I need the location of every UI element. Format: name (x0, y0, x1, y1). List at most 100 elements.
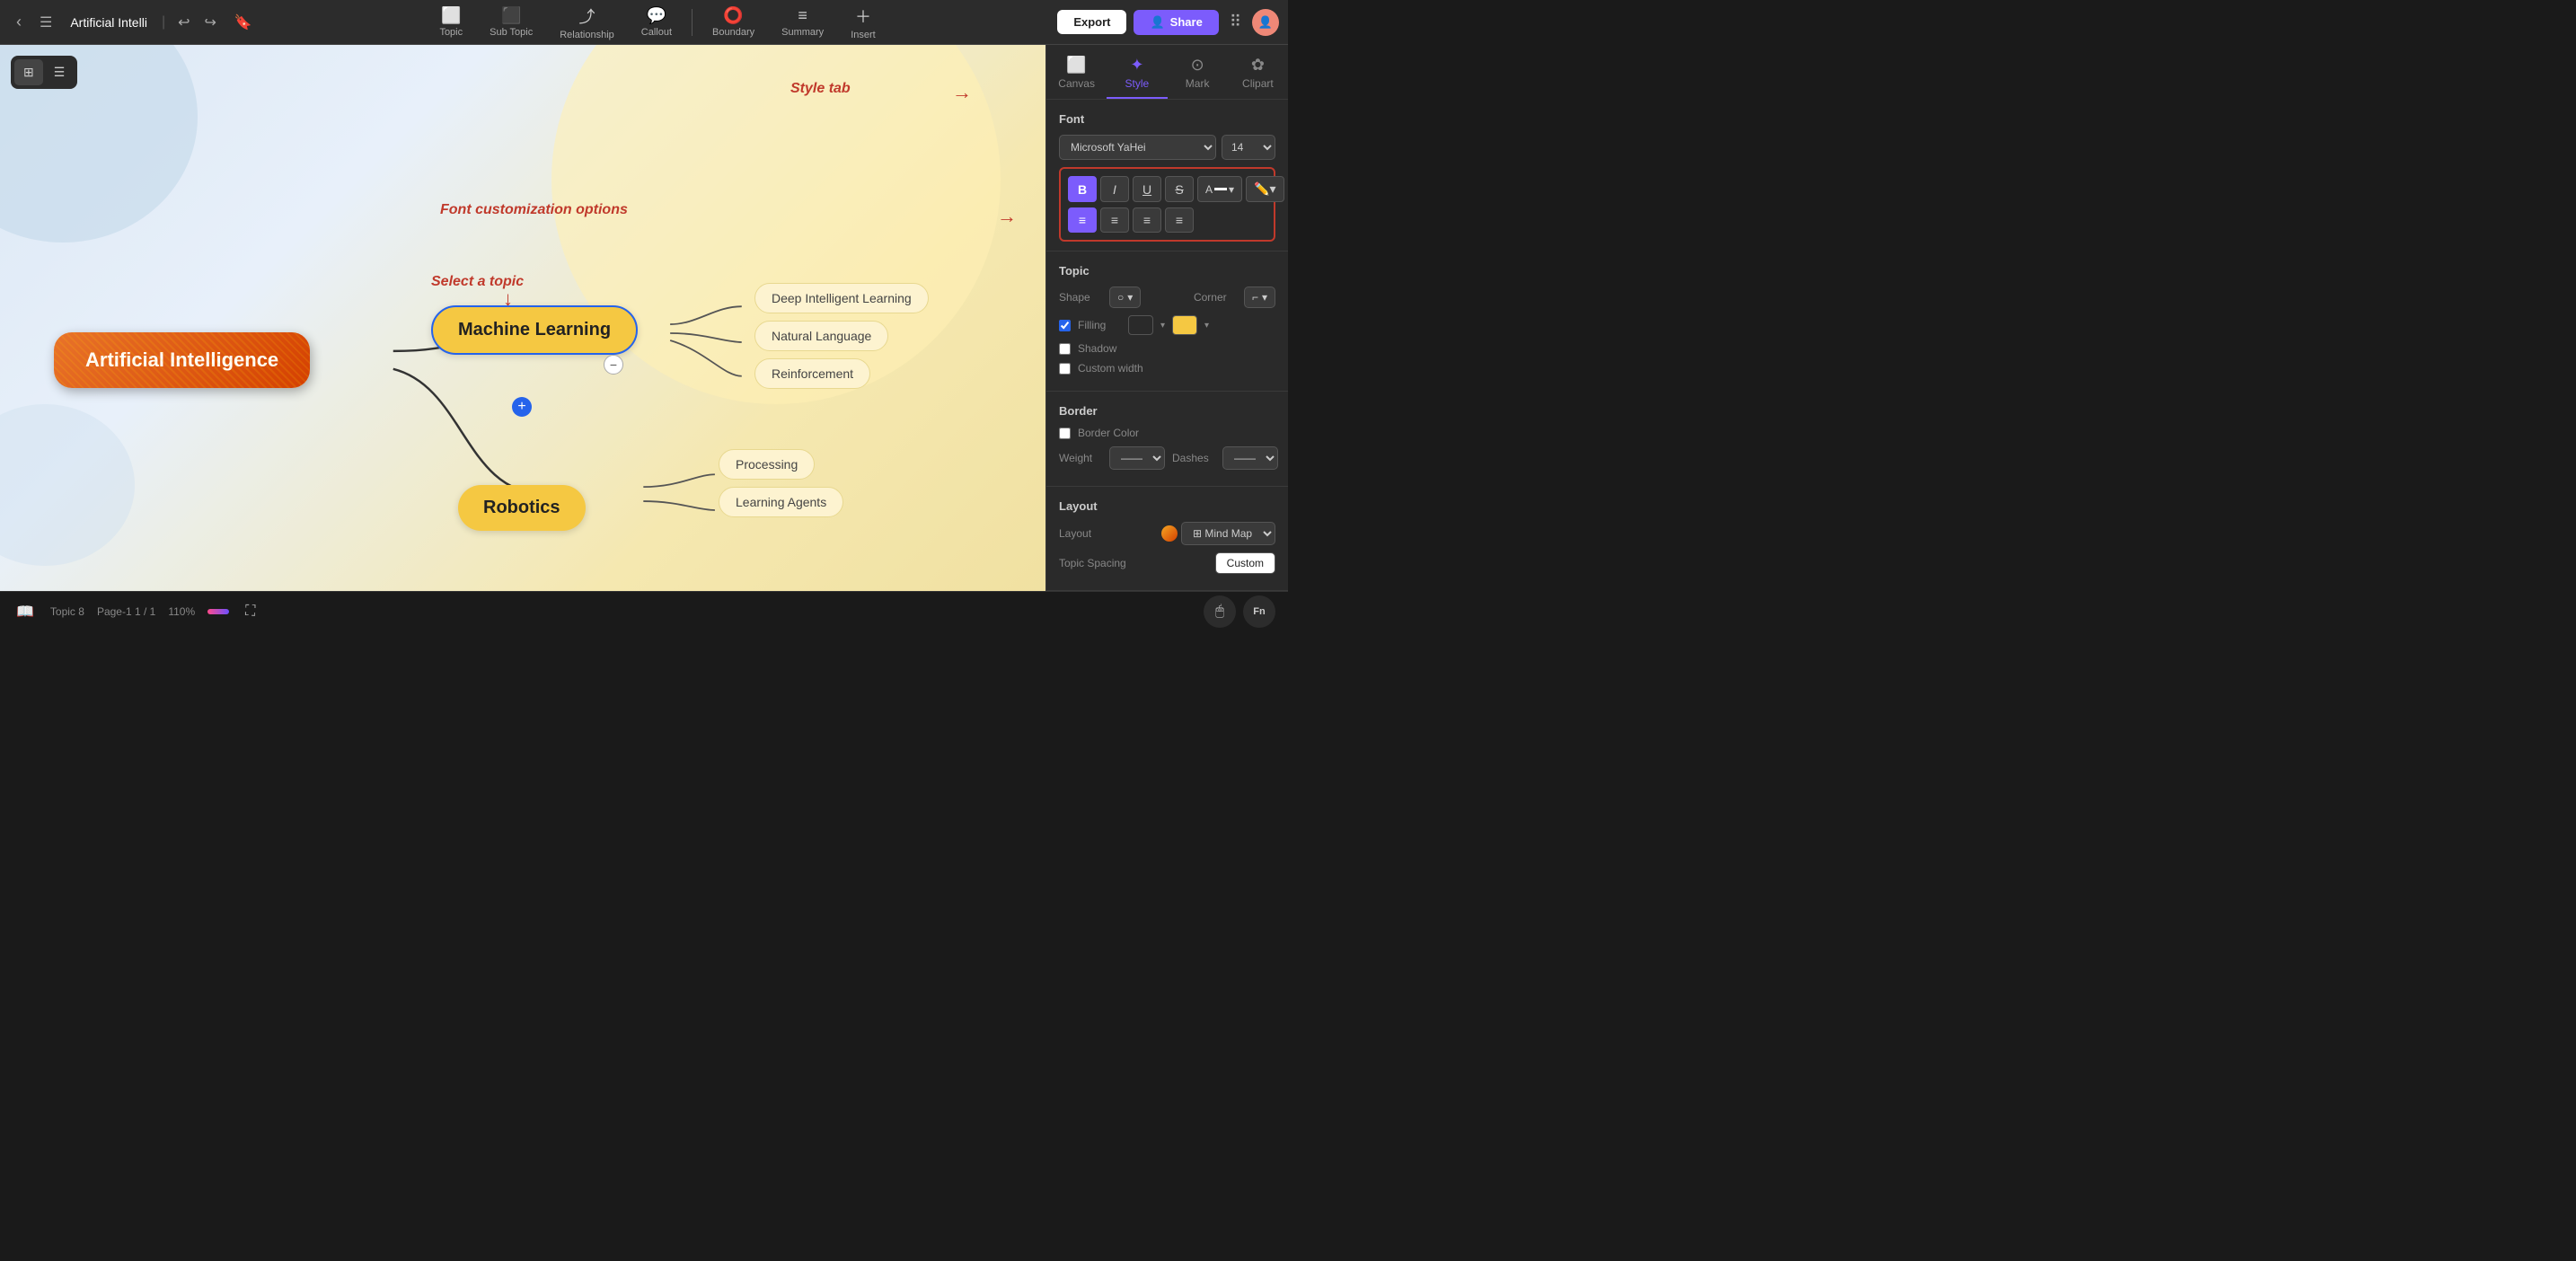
tool-boundary[interactable]: ⭕ Boundary (700, 3, 767, 41)
filling-yellow-chevron: ▾ (1204, 321, 1209, 331)
topic-label: Topic (439, 27, 463, 38)
subtopic-label: Sub Topic (490, 27, 533, 38)
canvas-tab-icon: ⬜ (1066, 56, 1086, 75)
insert-label: Insert (851, 30, 876, 40)
underline-button[interactable]: U (1133, 176, 1161, 202)
border-color-checkbox[interactable] (1059, 428, 1071, 439)
tab-style[interactable]: ✦ Style (1107, 45, 1167, 99)
pen-button[interactable]: ✏️▾ (1246, 176, 1284, 202)
layout-row: Layout ⊞ Mind Map Tree (1059, 522, 1275, 545)
font-section: Font Microsoft YaHei Arial 14 12 16 18 B… (1046, 100, 1288, 251)
relationship-label: Relationship (560, 30, 614, 40)
tool-callout[interactable]: 💬 Callout (629, 3, 684, 41)
tab-mark[interactable]: ⊙ Mark (1168, 45, 1228, 99)
node-ml-minus-button[interactable]: − (604, 355, 623, 375)
title-divider: | (162, 14, 165, 31)
custom-button[interactable]: Custom (1215, 552, 1275, 574)
font-size-select[interactable]: 14 12 16 18 (1222, 135, 1275, 160)
align-right-button[interactable]: ≡ (1133, 207, 1161, 233)
bold-button[interactable]: B (1068, 176, 1097, 202)
panel-view-button[interactable]: ⊞ (14, 59, 43, 85)
subtopic-natural-language[interactable]: Natural Language (754, 321, 888, 351)
share-button[interactable]: 👤 Share (1134, 10, 1218, 35)
italic-button[interactable]: I (1100, 176, 1129, 202)
status-book-button[interactable]: 📖 (13, 599, 38, 624)
font-section-title: Font (1059, 112, 1275, 126)
subtopic-icon: ⬛ (501, 6, 521, 25)
annotation-select-topic: Select a topic (431, 274, 524, 290)
tool-relationship[interactable]: ⤴ Relationship (547, 1, 627, 44)
custom-width-checkbox[interactable] (1059, 363, 1071, 375)
topic-count-label: Topic 8 (50, 605, 84, 618)
callout-label: Callout (641, 27, 672, 38)
filling-dark-chevron: ▾ (1160, 321, 1165, 331)
main-area: ⊞ ☰ Artificial Intelligence (0, 45, 1288, 630)
border-section-title: Border (1059, 404, 1275, 418)
redo-button[interactable]: ↪ (199, 10, 222, 35)
weight-label: Weight (1059, 452, 1102, 464)
mark-tab-icon: ⊙ (1191, 56, 1204, 75)
style-tab-icon: ✦ (1130, 56, 1143, 75)
layout-color-dot (1161, 525, 1178, 542)
border-color-row: Border Color (1059, 427, 1275, 439)
shape-select[interactable]: ○ ▾ (1109, 287, 1141, 308)
undo-button[interactable]: ↩ (172, 10, 195, 35)
fullscreen-button[interactable]: ⛶ (242, 600, 259, 623)
border-weight-row: Weight —— – Dashes —— - - - (1059, 446, 1275, 470)
canvas-area[interactable]: Artificial Intelligence Machine Learning… (0, 45, 1045, 630)
filling-checkbox[interactable] (1059, 320, 1071, 331)
subtopic-processing[interactable]: Processing (719, 449, 815, 480)
corner-select[interactable]: ⌐ ▾ (1244, 287, 1275, 308)
bookmark-button[interactable]: 🔖 (229, 10, 258, 35)
annotation-font-custom: Font customization options (440, 202, 628, 218)
node-robotics[interactable]: Robotics (458, 485, 586, 531)
hamburger-button[interactable]: ☰ (36, 10, 56, 35)
tool-summary[interactable]: ≡ Summary (769, 3, 836, 41)
font-name-select[interactable]: Microsoft YaHei Arial (1059, 135, 1216, 160)
align-center-button[interactable]: ≡ (1100, 207, 1129, 233)
dashes-select[interactable]: —— - - - (1222, 446, 1278, 470)
boundary-label: Boundary (712, 27, 754, 38)
border-color-label: Border Color (1078, 427, 1139, 439)
format-row-1: B I U S A ▾ ✏️▾ (1068, 176, 1266, 202)
cursor-mode-button[interactable]: 🖱 (1204, 595, 1236, 628)
corner-label: Corner (1194, 291, 1237, 304)
shape-label: Shape (1059, 291, 1102, 304)
tool-topic[interactable]: ⬜ Topic (427, 3, 475, 41)
tab-canvas[interactable]: ⬜ Canvas (1046, 45, 1107, 99)
fn-button[interactable]: Fn (1243, 595, 1275, 628)
node-ml-plus-button[interactable]: + (512, 397, 532, 417)
filling-dark-swatch[interactable] (1128, 315, 1153, 335)
subtopic-reinforcement[interactable]: Reinforcement (754, 358, 870, 389)
shadow-checkbox[interactable] (1059, 343, 1071, 355)
font-color-button[interactable]: A ▾ (1197, 176, 1242, 202)
toolbar-left: ‹ ☰ Artificial Intelli | ↩ ↪ 🔖 (9, 9, 258, 35)
status-right-buttons: 🖱 Fn (1204, 595, 1275, 628)
grid-button[interactable]: ⠿ (1226, 9, 1245, 35)
shadow-row: Shadow (1059, 342, 1275, 355)
export-button[interactable]: Export (1057, 10, 1126, 34)
panel-list-button[interactable]: ☰ (45, 59, 75, 85)
subtopic-deep-learning[interactable]: Deep Intelligent Learning (754, 283, 929, 313)
summary-label: Summary (781, 27, 824, 38)
user-avatar[interactable]: 👤 (1252, 9, 1279, 36)
bg-blob-2 (0, 404, 135, 566)
align-left-button[interactable]: ≡ (1068, 207, 1097, 233)
subtopic-learning-agents[interactable]: Learning Agents (719, 487, 843, 517)
back-button[interactable]: ‹ (9, 9, 29, 35)
tool-subtopic[interactable]: ⬛ Sub Topic (477, 3, 545, 41)
custom-width-row: Custom width (1059, 362, 1275, 375)
layout-select[interactable]: ⊞ Mind Map Tree (1181, 522, 1275, 545)
annotation-style-tab: Style tab (790, 81, 851, 97)
tab-clipart[interactable]: ✿ Clipart (1228, 45, 1288, 99)
zoom-label: 110% (168, 605, 195, 618)
font-format-section: B I U S A ▾ ✏️▾ ≡ ≡ ≡ ≡ (1059, 167, 1275, 242)
align-justify-button[interactable]: ≡ (1165, 207, 1194, 233)
weight-select[interactable]: —— – (1109, 446, 1165, 470)
node-root[interactable]: Artificial Intelligence (54, 332, 310, 388)
node-ml[interactable]: Machine Learning (431, 305, 638, 355)
strikethrough-button[interactable]: S (1165, 176, 1194, 202)
tool-insert[interactable]: ＋ Insert (838, 1, 888, 44)
app-title: Artificial Intelli (63, 15, 154, 30)
filling-yellow-swatch[interactable] (1172, 315, 1197, 335)
